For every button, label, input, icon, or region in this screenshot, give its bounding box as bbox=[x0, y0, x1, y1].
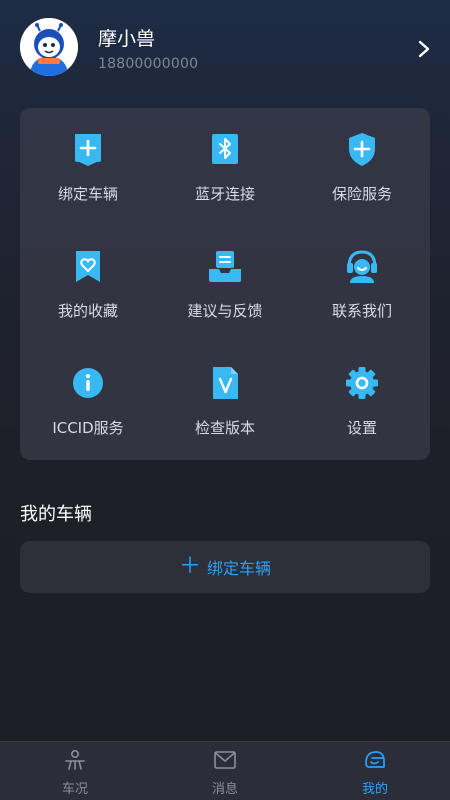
menu-item-bind-vehicle[interactable]: 绑定车辆 bbox=[20, 108, 156, 225]
menu-item-contact-us[interactable]: 联系我们 bbox=[294, 225, 430, 342]
plus-square-icon bbox=[70, 130, 106, 168]
menu-item-insurance[interactable]: 保险服务 bbox=[294, 108, 430, 225]
tab-mine[interactable]: 我的 bbox=[300, 742, 450, 800]
chevron-right-icon[interactable] bbox=[414, 38, 434, 60]
menu-item-check-version[interactable]: 检查版本 bbox=[157, 342, 293, 459]
version-file-icon bbox=[207, 364, 243, 402]
vehicle-status-icon bbox=[63, 749, 87, 771]
bluetooth-icon bbox=[207, 130, 243, 168]
tab-label: 消息 bbox=[211, 782, 238, 797]
menu-item-label: 绑定车辆 bbox=[57, 185, 118, 203]
heart-bookmark-icon bbox=[70, 247, 106, 285]
feedback-tray-icon bbox=[207, 247, 243, 285]
helmet-icon bbox=[363, 749, 387, 771]
tab-label: 我的 bbox=[361, 782, 388, 797]
menu-item-label: 蓝牙连接 bbox=[194, 185, 255, 203]
menu-item-settings[interactable]: 设置 bbox=[294, 342, 430, 459]
menu-item-label: 我的收藏 bbox=[57, 302, 118, 320]
menu-item-favorites[interactable]: 我的收藏 bbox=[20, 225, 156, 342]
bind-vehicle-label: 绑定车辆 bbox=[207, 559, 272, 578]
menu-item-label: 保险服务 bbox=[331, 185, 392, 203]
shield-plus-icon bbox=[344, 130, 380, 168]
bind-vehicle-button[interactable]: ＋ 绑定车辆 bbox=[20, 541, 430, 593]
menu-item-label: 联系我们 bbox=[331, 302, 392, 320]
menu-item-label: ICCID服务 bbox=[52, 419, 124, 437]
plus-icon: ＋ bbox=[178, 554, 201, 579]
menu-item-bluetooth[interactable]: 蓝牙连接 bbox=[157, 108, 293, 225]
section-title-my-vehicles: 我的车辆 bbox=[20, 504, 92, 525]
menu-item-iccid[interactable]: ICCID服务 bbox=[20, 342, 156, 459]
tab-messages[interactable]: 消息 bbox=[150, 742, 300, 800]
menu-item-label: 检查版本 bbox=[194, 419, 255, 437]
feature-grid: 绑定车辆 蓝牙连接 保险服务 我的收藏 建议与反馈 联系我们 ICCID服务 检… bbox=[20, 108, 430, 460]
tab-vehicle-status[interactable]: 车况 bbox=[0, 742, 150, 800]
headset-agent-icon bbox=[344, 247, 380, 285]
tab-label: 车况 bbox=[61, 782, 88, 797]
bottom-tab-bar: 车况 消息 我的 bbox=[0, 741, 450, 800]
profile-phone: 18800000000 bbox=[98, 56, 199, 72]
info-circle-icon bbox=[70, 364, 106, 402]
profile-header[interactable]: 摩小兽 18800000000 bbox=[0, 0, 450, 100]
gear-icon bbox=[344, 364, 380, 402]
menu-item-label: 设置 bbox=[346, 419, 377, 437]
menu-item-feedback[interactable]: 建议与反馈 bbox=[157, 225, 293, 342]
envelope-icon bbox=[213, 749, 237, 771]
profile-name: 摩小兽 bbox=[98, 28, 156, 50]
menu-item-label: 建议与反馈 bbox=[187, 302, 263, 320]
avatar[interactable] bbox=[20, 18, 78, 76]
